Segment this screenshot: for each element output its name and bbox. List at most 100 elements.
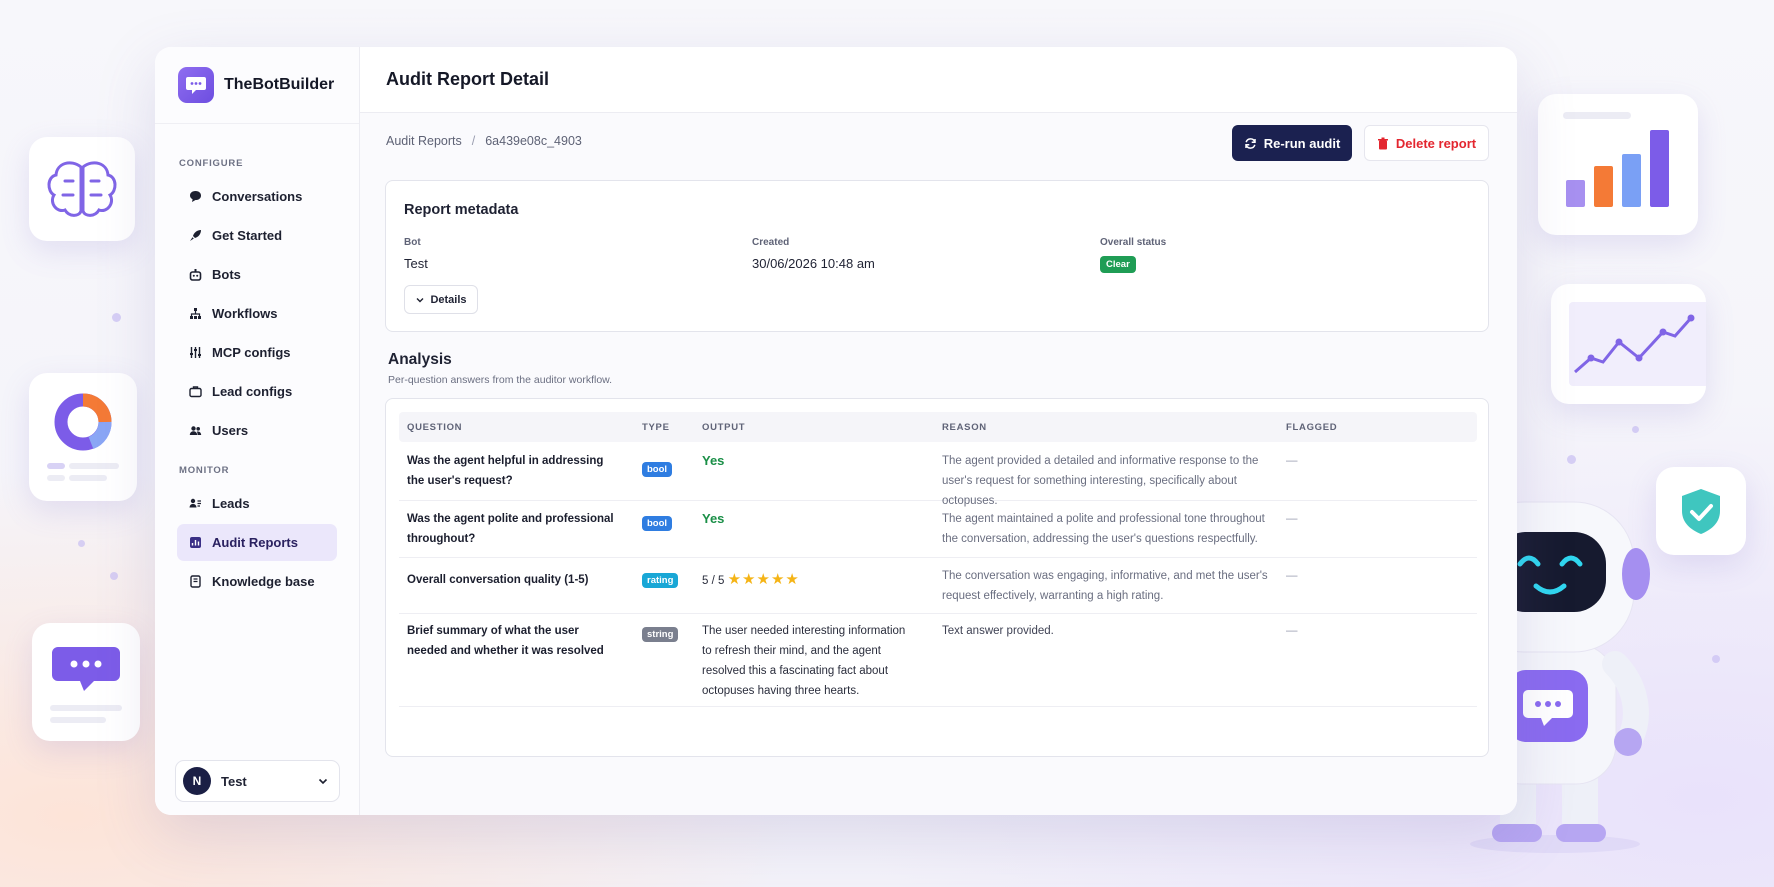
- sidebar-item-label: Knowledge base: [212, 574, 315, 589]
- brand-name: TheBotBuilder: [224, 76, 335, 93]
- row-output: Yes: [702, 511, 725, 526]
- trash-icon: [1377, 137, 1388, 149]
- table-row: Brief summary of what the user needed an…: [399, 614, 1477, 707]
- line-chart-icon: [1569, 302, 1714, 386]
- user-menu[interactable]: N Test: [175, 760, 340, 802]
- meta-bot-value: Test: [404, 256, 428, 271]
- type-badge: rating: [642, 573, 679, 588]
- sidebar: TheBotBuilder CONFIGURE Conversations Ge…: [155, 47, 360, 815]
- col-type: TYPE: [642, 422, 670, 433]
- table-row: Was the agent polite and professional th…: [399, 501, 1477, 558]
- details-toggle-button[interactable]: Details: [404, 285, 478, 314]
- meta-created: Created 30/06/2026 10:48 am: [752, 237, 875, 271]
- sidebar-item-knowledge-base[interactable]: Knowledge base: [177, 563, 337, 600]
- sidebar-item-label: Get Started: [212, 228, 283, 243]
- table-row: Was the agent helpful in addressing the …: [399, 442, 1477, 507]
- delete-report-button[interactable]: Delete report: [1364, 125, 1489, 161]
- sidebar-item-mcp-configs[interactable]: MCP configs: [177, 334, 337, 371]
- donut-chart-icon: [47, 393, 119, 481]
- sidebar-item-label: Audit Reports: [212, 535, 298, 550]
- sidebar-item-audit-reports[interactable]: Audit Reports: [177, 524, 337, 561]
- sidebar-item-users[interactable]: Users: [177, 412, 337, 449]
- sidebar-item-lead-configs[interactable]: Lead configs: [177, 373, 337, 410]
- rating-stars: ★★★★★: [728, 571, 800, 588]
- chat-card: [32, 623, 140, 741]
- chevron-down-icon: [416, 297, 424, 302]
- rerun-audit-label: Re-run audit: [1263, 135, 1341, 151]
- col-question: QUESTION: [407, 422, 463, 433]
- breadcrumb-current: 6a439e08c_4903: [485, 134, 582, 148]
- sidebar-item-label: Conversations: [212, 189, 303, 204]
- row-question: Overall conversation quality (1-5): [407, 574, 589, 586]
- type-badge: bool: [642, 462, 673, 477]
- analysis-title: Analysis: [388, 351, 452, 368]
- user-name: Test: [221, 773, 247, 789]
- sliders-icon: [188, 346, 202, 360]
- meta-created-label: Created: [752, 237, 790, 248]
- chat-bubble-icon: [188, 190, 202, 204]
- delete-report-label: Delete report: [1395, 135, 1477, 151]
- table-row: Overall conversation quality (1-5) ratin…: [399, 558, 1477, 614]
- star-icon: ★: [756, 571, 771, 588]
- sidebar-item-label: Leads: [212, 496, 250, 511]
- meta-status: Overall status Clear: [1100, 237, 1166, 273]
- app-window: TheBotBuilder CONFIGURE Conversations Ge…: [155, 47, 1517, 815]
- breadcrumb-audit-reports[interactable]: Audit Reports: [386, 134, 462, 148]
- row-reason: The conversation was engaging, informati…: [942, 570, 1268, 602]
- users-icon: [188, 424, 202, 438]
- sidebar-item-label: Bots: [212, 267, 241, 282]
- line-chart-card: [1551, 284, 1714, 404]
- sidebar-item-label: Users: [212, 423, 249, 438]
- col-flagged: FLAGGED: [1286, 422, 1338, 433]
- status-badge: Clear: [1100, 256, 1136, 273]
- bot-icon: [188, 268, 202, 282]
- main-content: Audit Report Detail Audit Reports / 6a43…: [360, 47, 1517, 815]
- decor-dot: [110, 572, 118, 580]
- meta-created-value: 30/06/2026 10:48 am: [752, 256, 875, 271]
- sidebar-item-get-started[interactable]: Get Started: [177, 217, 337, 254]
- metadata-title: Report metadata: [404, 202, 519, 218]
- brand-logo-icon: [178, 67, 214, 103]
- section-monitor: MONITOR: [179, 465, 230, 476]
- brain-icon: [47, 161, 117, 217]
- meta-bot: Bot Test: [404, 237, 428, 271]
- breadcrumb: Audit Reports / 6a439e08c_4903: [386, 134, 582, 148]
- chevron-down-icon: [318, 778, 328, 785]
- bar-chart-card: [1538, 94, 1698, 235]
- table-header: QUESTION TYPE OUTPUT REASON FLAGGED: [399, 412, 1477, 442]
- details-label: Details: [430, 293, 467, 306]
- sidebar-item-leads[interactable]: Leads: [177, 485, 337, 522]
- star-icon: ★: [727, 571, 743, 588]
- rerun-audit-button[interactable]: Re-run audit: [1232, 125, 1352, 161]
- book-icon: [188, 575, 202, 589]
- row-flagged: —: [1286, 625, 1298, 637]
- rating-value: 5 / 5: [702, 575, 725, 587]
- sidebar-item-label: MCP configs: [212, 345, 291, 360]
- decor-dot: [1712, 655, 1720, 663]
- row-flagged: —: [1286, 513, 1298, 525]
- avatar: N: [183, 767, 211, 795]
- refresh-icon: [1244, 137, 1256, 149]
- briefcase-icon: [188, 385, 202, 399]
- star-icon: ★: [770, 571, 786, 588]
- decor-dot: [78, 540, 85, 547]
- page-title: Audit Report Detail: [386, 69, 550, 89]
- workflow-icon: [188, 307, 202, 321]
- row-question: Brief summary of what the user needed an…: [407, 625, 604, 657]
- report-metadata-card: Report metadata Bot Test Created 30/06/2…: [385, 180, 1489, 332]
- star-icon: ★: [785, 571, 800, 588]
- analysis-subtitle: Per-question answers from the auditor wo…: [388, 374, 613, 386]
- sidebar-item-bots[interactable]: Bots: [177, 256, 337, 293]
- decor-dot: [1632, 426, 1639, 433]
- topbar: Audit Report Detail: [360, 47, 1517, 113]
- chat-bubble-icon: [50, 647, 122, 723]
- star-icon: ★: [742, 571, 757, 588]
- decor-dot: [112, 313, 121, 322]
- sidebar-item-conversations[interactable]: Conversations: [177, 178, 337, 215]
- type-badge: bool: [642, 516, 673, 531]
- sidebar-item-workflows[interactable]: Workflows: [177, 295, 337, 332]
- meta-bot-label: Bot: [404, 237, 421, 248]
- sidebar-item-label: Lead configs: [212, 384, 293, 399]
- row-question: Was the agent polite and professional th…: [407, 513, 614, 545]
- row-output: The user needed interesting information …: [702, 625, 906, 697]
